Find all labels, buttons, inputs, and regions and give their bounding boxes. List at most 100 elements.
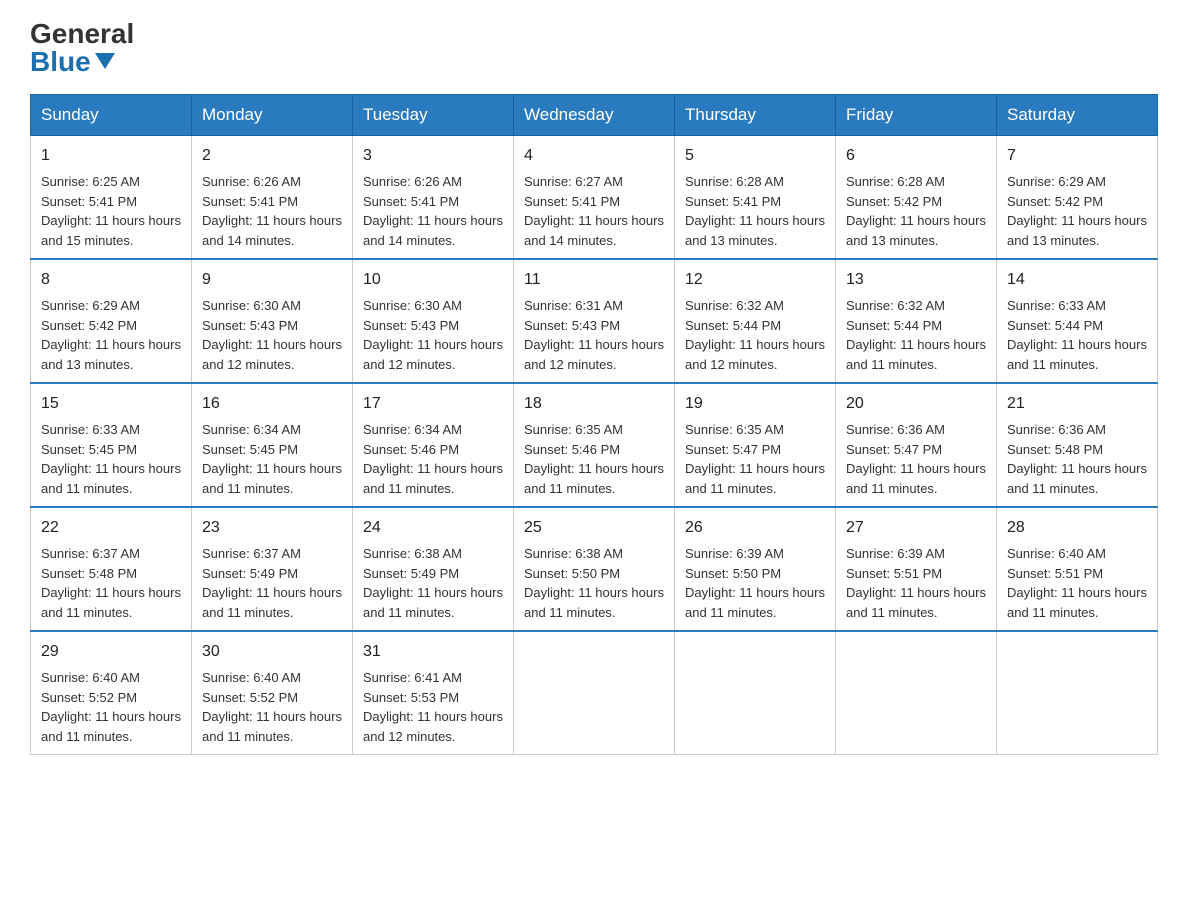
logo-general-text: General bbox=[30, 20, 134, 48]
calendar-cell: 20Sunrise: 6:36 AMSunset: 5:47 PMDayligh… bbox=[836, 383, 997, 507]
logo: General Blue bbox=[30, 20, 134, 76]
day-number: 2 bbox=[202, 144, 342, 168]
day-number: 20 bbox=[846, 392, 986, 416]
day-info: Sunrise: 6:29 AMSunset: 5:42 PMDaylight:… bbox=[41, 298, 181, 372]
calendar-header-saturday: Saturday bbox=[997, 95, 1158, 136]
calendar-week-row: 15 Sunrise: 6:33 AMSunset: 5:45 PMDayligh… bbox=[31, 383, 1158, 507]
calendar-cell: 26 Sunrise: 6:39 AMSunset: 5:50 PMDayligh… bbox=[675, 507, 836, 631]
calendar-cell: 7Sunrise: 6:29 AMSunset: 5:42 PMDaylight… bbox=[997, 136, 1158, 260]
day-number: 12 bbox=[685, 268, 825, 292]
calendar-cell: 24 Sunrise: 6:38 AMSunset: 5:49 PMDayligh… bbox=[353, 507, 514, 631]
calendar-cell: 4 Sunrise: 6:27 AMSunset: 5:41 PMDaylight… bbox=[514, 136, 675, 260]
calendar-cell: 31 Sunrise: 6:41 AMSunset: 5:53 PMDayligh… bbox=[353, 631, 514, 755]
logo-blue-text: Blue bbox=[30, 48, 115, 76]
day-number: 31 bbox=[363, 640, 503, 664]
calendar-week-row: 1 Sunrise: 6:25 AMSunset: 5:41 PMDaylight… bbox=[31, 136, 1158, 260]
day-info: Sunrise: 6:40 AMSunset: 5:51 PMDaylight:… bbox=[1007, 546, 1147, 620]
calendar-cell: 25 Sunrise: 6:38 AMSunset: 5:50 PMDayligh… bbox=[514, 507, 675, 631]
calendar-cell: 19 Sunrise: 6:35 AMSunset: 5:47 PMDayligh… bbox=[675, 383, 836, 507]
calendar-cell: 15 Sunrise: 6:33 AMSunset: 5:45 PMDayligh… bbox=[31, 383, 192, 507]
day-number: 10 bbox=[363, 268, 503, 292]
calendar-cell: 2 Sunrise: 6:26 AMSunset: 5:41 PMDaylight… bbox=[192, 136, 353, 260]
day-number: 5 bbox=[685, 144, 825, 168]
calendar-cell bbox=[514, 631, 675, 755]
day-info: Sunrise: 6:34 AMSunset: 5:46 PMDaylight:… bbox=[363, 422, 503, 496]
day-number: 1 bbox=[41, 144, 181, 168]
day-info: Sunrise: 6:40 AMSunset: 5:52 PMDaylight:… bbox=[41, 670, 181, 744]
calendar-week-row: 29 Sunrise: 6:40 AMSunset: 5:52 PMDayligh… bbox=[31, 631, 1158, 755]
day-number: 26 bbox=[685, 516, 825, 540]
calendar-header-tuesday: Tuesday bbox=[353, 95, 514, 136]
day-number: 30 bbox=[202, 640, 342, 664]
day-info: Sunrise: 6:26 AMSunset: 5:41 PMDaylight:… bbox=[202, 174, 342, 248]
calendar-header-row: SundayMondayTuesdayWednesdayThursdayFrid… bbox=[31, 95, 1158, 136]
day-info: Sunrise: 6:40 AMSunset: 5:52 PMDaylight:… bbox=[202, 670, 342, 744]
day-info: Sunrise: 6:32 AMSunset: 5:44 PMDaylight:… bbox=[846, 298, 986, 372]
day-info: Sunrise: 6:30 AMSunset: 5:43 PMDaylight:… bbox=[202, 298, 342, 372]
day-info: Sunrise: 6:37 AMSunset: 5:49 PMDaylight:… bbox=[202, 546, 342, 620]
day-info: Sunrise: 6:29 AMSunset: 5:42 PMDaylight:… bbox=[1007, 174, 1147, 248]
day-number: 6 bbox=[846, 144, 986, 168]
day-number: 29 bbox=[41, 640, 181, 664]
day-number: 8 bbox=[41, 268, 181, 292]
day-number: 13 bbox=[846, 268, 986, 292]
calendar-cell bbox=[675, 631, 836, 755]
day-number: 4 bbox=[524, 144, 664, 168]
day-info: Sunrise: 6:33 AMSunset: 5:45 PMDaylight:… bbox=[41, 422, 181, 496]
day-info: Sunrise: 6:35 AMSunset: 5:47 PMDaylight:… bbox=[685, 422, 825, 496]
day-info: Sunrise: 6:27 AMSunset: 5:41 PMDaylight:… bbox=[524, 174, 664, 248]
day-info: Sunrise: 6:38 AMSunset: 5:49 PMDaylight:… bbox=[363, 546, 503, 620]
calendar-header-sunday: Sunday bbox=[31, 95, 192, 136]
day-number: 22 bbox=[41, 516, 181, 540]
day-info: Sunrise: 6:36 AMSunset: 5:48 PMDaylight:… bbox=[1007, 422, 1147, 496]
day-info: Sunrise: 6:25 AMSunset: 5:41 PMDaylight:… bbox=[41, 174, 181, 248]
day-info: Sunrise: 6:26 AMSunset: 5:41 PMDaylight:… bbox=[363, 174, 503, 248]
day-info: Sunrise: 6:37 AMSunset: 5:48 PMDaylight:… bbox=[41, 546, 181, 620]
day-number: 9 bbox=[202, 268, 342, 292]
day-info: Sunrise: 6:28 AMSunset: 5:41 PMDaylight:… bbox=[685, 174, 825, 248]
calendar-cell: 12 Sunrise: 6:32 AMSunset: 5:44 PMDayligh… bbox=[675, 259, 836, 383]
calendar-cell: 13 Sunrise: 6:32 AMSunset: 5:44 PMDayligh… bbox=[836, 259, 997, 383]
day-number: 23 bbox=[202, 516, 342, 540]
day-number: 3 bbox=[363, 144, 503, 168]
calendar-cell: 21Sunrise: 6:36 AMSunset: 5:48 PMDayligh… bbox=[997, 383, 1158, 507]
calendar-header-wednesday: Wednesday bbox=[514, 95, 675, 136]
calendar-header-friday: Friday bbox=[836, 95, 997, 136]
calendar-header-monday: Monday bbox=[192, 95, 353, 136]
day-number: 15 bbox=[41, 392, 181, 416]
calendar-cell: 16Sunrise: 6:34 AMSunset: 5:45 PMDayligh… bbox=[192, 383, 353, 507]
page-header: General Blue bbox=[30, 20, 1158, 76]
day-info: Sunrise: 6:35 AMSunset: 5:46 PMDaylight:… bbox=[524, 422, 664, 496]
calendar-cell: 14 Sunrise: 6:33 AMSunset: 5:44 PMDayligh… bbox=[997, 259, 1158, 383]
calendar-header-thursday: Thursday bbox=[675, 95, 836, 136]
day-info: Sunrise: 6:33 AMSunset: 5:44 PMDaylight:… bbox=[1007, 298, 1147, 372]
calendar-cell bbox=[997, 631, 1158, 755]
calendar-cell: 29 Sunrise: 6:40 AMSunset: 5:52 PMDayligh… bbox=[31, 631, 192, 755]
day-info: Sunrise: 6:31 AMSunset: 5:43 PMDaylight:… bbox=[524, 298, 664, 372]
day-number: 14 bbox=[1007, 268, 1147, 292]
calendar-week-row: 8 Sunrise: 6:29 AMSunset: 5:42 PMDaylight… bbox=[31, 259, 1158, 383]
day-number: 19 bbox=[685, 392, 825, 416]
day-info: Sunrise: 6:39 AMSunset: 5:50 PMDaylight:… bbox=[685, 546, 825, 620]
logo-triangle-icon bbox=[95, 53, 115, 69]
day-number: 25 bbox=[524, 516, 664, 540]
day-number: 24 bbox=[363, 516, 503, 540]
calendar-cell: 27Sunrise: 6:39 AMSunset: 5:51 PMDayligh… bbox=[836, 507, 997, 631]
calendar-cell: 9 Sunrise: 6:30 AMSunset: 5:43 PMDaylight… bbox=[192, 259, 353, 383]
day-info: Sunrise: 6:30 AMSunset: 5:43 PMDaylight:… bbox=[363, 298, 503, 372]
calendar-cell: 5 Sunrise: 6:28 AMSunset: 5:41 PMDaylight… bbox=[675, 136, 836, 260]
day-info: Sunrise: 6:41 AMSunset: 5:53 PMDaylight:… bbox=[363, 670, 503, 744]
calendar-cell: 8 Sunrise: 6:29 AMSunset: 5:42 PMDaylight… bbox=[31, 259, 192, 383]
day-info: Sunrise: 6:38 AMSunset: 5:50 PMDaylight:… bbox=[524, 546, 664, 620]
calendar-cell: 22 Sunrise: 6:37 AMSunset: 5:48 PMDayligh… bbox=[31, 507, 192, 631]
calendar-cell: 23 Sunrise: 6:37 AMSunset: 5:49 PMDayligh… bbox=[192, 507, 353, 631]
day-number: 17 bbox=[363, 392, 503, 416]
day-info: Sunrise: 6:32 AMSunset: 5:44 PMDaylight:… bbox=[685, 298, 825, 372]
calendar-table: SundayMondayTuesdayWednesdayThursdayFrid… bbox=[30, 94, 1158, 755]
calendar-cell: 28Sunrise: 6:40 AMSunset: 5:51 PMDayligh… bbox=[997, 507, 1158, 631]
calendar-cell: 18Sunrise: 6:35 AMSunset: 5:46 PMDayligh… bbox=[514, 383, 675, 507]
calendar-cell: 30 Sunrise: 6:40 AMSunset: 5:52 PMDayligh… bbox=[192, 631, 353, 755]
day-number: 27 bbox=[846, 516, 986, 540]
calendar-cell: 10 Sunrise: 6:30 AMSunset: 5:43 PMDayligh… bbox=[353, 259, 514, 383]
day-info: Sunrise: 6:34 AMSunset: 5:45 PMDaylight:… bbox=[202, 422, 342, 496]
